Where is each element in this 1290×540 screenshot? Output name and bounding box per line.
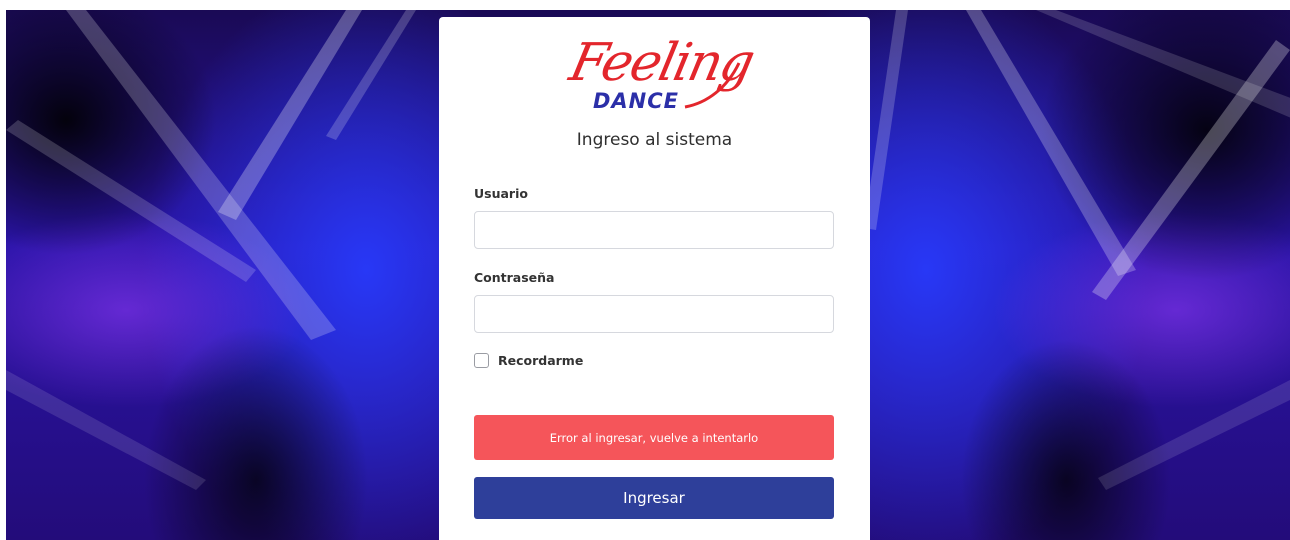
password-input[interactable] [474,295,834,333]
page-title: Ingreso al sistema [576,130,733,150]
logo-swoosh [684,62,741,109]
username-input[interactable] [474,211,834,249]
username-label: Usuario [474,186,528,201]
error-alert: Error al ingresar, vuelve a intentarlo [474,415,834,460]
password-label: Contraseña [474,270,555,285]
login-card: Feeling DANCE Ingreso al sistema Usuario… [439,17,870,540]
remember-me-row[interactable]: Recordarme [474,353,583,368]
remember-me-label: Recordarme [498,353,584,368]
feeling-dance-logo: Feeling DANCE [565,33,759,113]
login-submit-button[interactable]: Ingresar [474,477,834,519]
remember-me-checkbox[interactable] [474,353,489,368]
